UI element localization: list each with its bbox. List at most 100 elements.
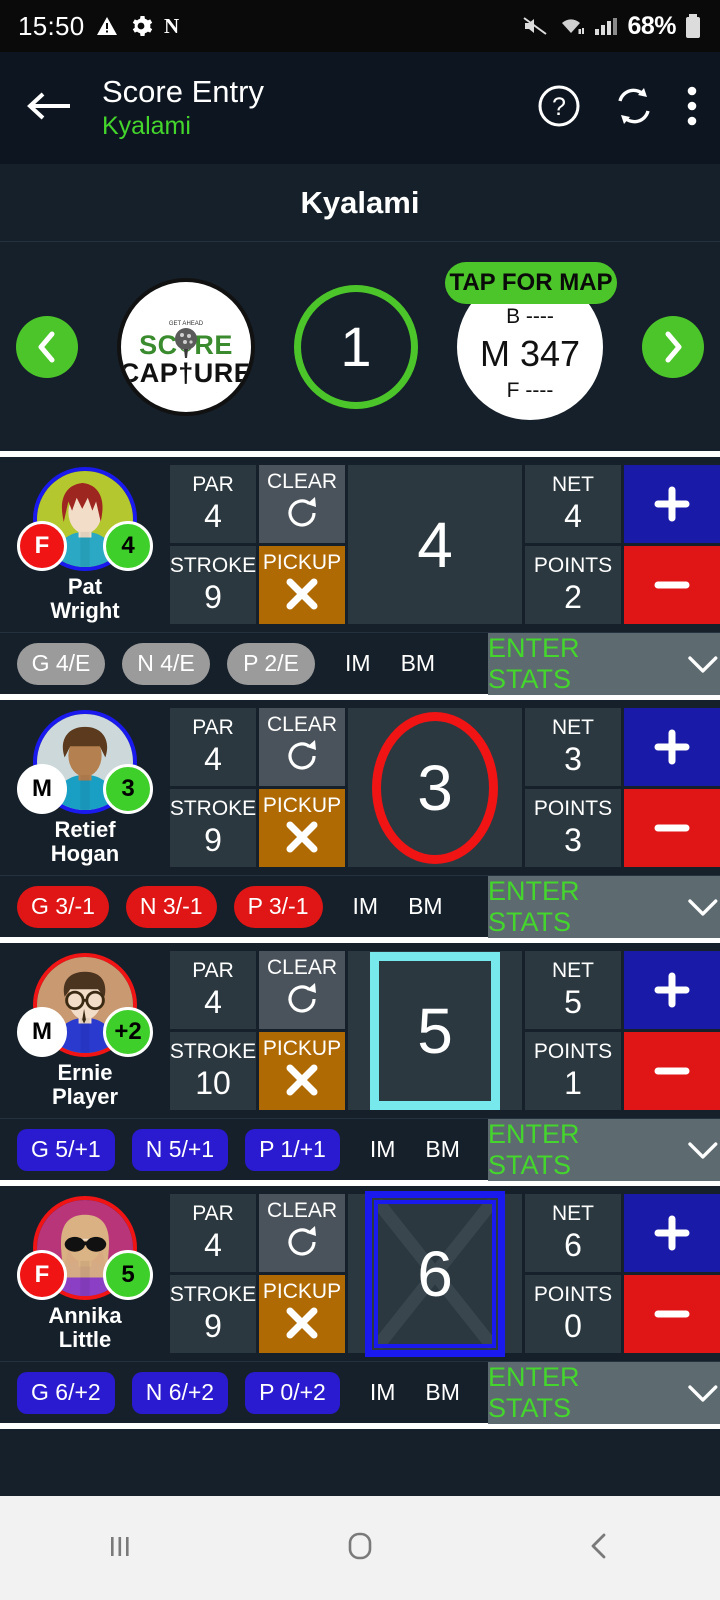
sync-icon[interactable] — [610, 82, 658, 135]
increment-score-button[interactable] — [624, 708, 720, 786]
points-cell: POINTS 2 — [525, 546, 621, 624]
im-button[interactable]: IM — [370, 1136, 396, 1163]
net-value: 5 — [564, 984, 582, 1021]
im-button[interactable]: IM — [370, 1379, 396, 1406]
recents-icon[interactable] — [100, 1526, 140, 1571]
avatar-wrap[interactable]: F 4 — [17, 467, 153, 571]
net-cell: NET 4 — [525, 465, 621, 543]
stat-chip[interactable]: G 6/+2 — [17, 1371, 115, 1414]
par-stroke-column: PAR 4 STROKE 10 — [170, 951, 256, 1110]
status-bar-right: 68% — [521, 12, 702, 41]
net-cell: NET 3 — [525, 708, 621, 786]
player-block: F 5 Annika Little PAR 4 STROKE 9 CLEAR P… — [0, 1186, 720, 1429]
stat-chip[interactable]: P 1/+1 — [245, 1128, 340, 1171]
stat-chip[interactable]: P 0/+2 — [245, 1371, 340, 1414]
player-stats-bar: G 3/-1 N 3/-1 P 3/-1 IM BM ENTER STATS — [0, 875, 720, 938]
bm-button[interactable]: BM — [408, 893, 443, 920]
plus-icon — [654, 729, 690, 765]
svg-text:?: ? — [552, 93, 566, 121]
refresh-icon — [282, 493, 322, 538]
stat-chip[interactable]: N 5/+1 — [131, 1128, 229, 1171]
stroke-label: STROKE — [169, 797, 257, 821]
pickup-button[interactable]: PICKUP — [259, 546, 345, 624]
enter-stats-button[interactable]: ENTER STATS — [488, 1118, 720, 1181]
tap-for-map-button[interactable]: TAP FOR MAP — [445, 261, 617, 304]
score-value: 6 — [417, 1237, 453, 1310]
im-button[interactable]: IM — [353, 893, 379, 920]
decrement-score-button[interactable] — [624, 546, 720, 624]
avatar-wrap[interactable]: M +2 — [17, 953, 153, 1057]
clear-pickup-column: CLEAR PICKUP — [259, 465, 345, 624]
increment-score-button[interactable] — [624, 465, 720, 543]
clear-button[interactable]: CLEAR — [259, 1194, 345, 1272]
stat-chip[interactable]: N 4/E — [122, 642, 210, 685]
score-grid: PAR 4 STROKE 9 CLEAR — [170, 708, 720, 867]
points-label: POINTS — [533, 1283, 613, 1307]
player-identity: M 3 Retief Hogan — [0, 708, 170, 867]
points-label: POINTS — [533, 797, 613, 821]
par-label: PAR — [192, 716, 234, 740]
stat-chip[interactable]: G 5/+1 — [17, 1128, 115, 1171]
pickup-button[interactable]: PICKUP — [259, 1032, 345, 1110]
previous-hole-button[interactable] — [16, 315, 78, 378]
distance-widget[interactable]: B ---- M 347 F ---- TAP FOR MAP — [445, 261, 617, 420]
home-icon[interactable] — [340, 1526, 380, 1571]
score-display[interactable]: 4 — [348, 465, 522, 624]
score-display[interactable]: 5 — [348, 951, 522, 1110]
decrement-score-button[interactable] — [624, 1032, 720, 1110]
net-points-column: NET 5 POINTS 1 — [525, 951, 621, 1110]
app-screen: 15:50 N 68% Score Entry Kyalami ? Kyalam… — [0, 0, 720, 1600]
clear-button[interactable]: CLEAR — [259, 465, 345, 543]
score-display[interactable]: 6 — [348, 1190, 522, 1357]
stat-chip[interactable]: G 3/-1 — [17, 885, 109, 928]
stroke-cell: STROKE 10 — [170, 1032, 256, 1110]
points-value: 0 — [564, 1308, 582, 1345]
back-icon[interactable] — [580, 1526, 620, 1571]
overflow-menu-icon[interactable] — [686, 84, 698, 133]
score-display[interactable]: 3 — [348, 708, 522, 867]
bm-button[interactable]: BM — [425, 1379, 460, 1406]
decrement-score-button[interactable] — [624, 1275, 720, 1353]
clear-button[interactable]: CLEAR — [259, 951, 345, 1029]
player-score-row: M 3 Retief Hogan PAR 4 STROKE 9 CLEAR PI… — [0, 700, 720, 875]
points-value: 2 — [564, 579, 582, 616]
player-first-name: Pat — [67, 573, 103, 599]
back-button[interactable] — [26, 86, 72, 131]
avatar-wrap[interactable]: M 3 — [17, 710, 153, 814]
im-button[interactable]: IM — [345, 650, 371, 677]
player-list: F 4 Pat Wright PAR 4 STROKE 9 CLEAR PICK… — [0, 457, 720, 1496]
par-stroke-column: PAR 4 STROKE 9 — [170, 465, 256, 624]
status-bar-left: 15:50 N — [18, 11, 181, 42]
stat-chip[interactable]: P 2/E — [227, 642, 315, 685]
player-last-name: Hogan — [50, 841, 120, 867]
help-icon[interactable]: ? — [536, 83, 582, 134]
par-stroke-column: PAR 4 STROKE 9 — [170, 1194, 256, 1353]
gear-icon — [129, 14, 153, 38]
next-hole-button[interactable] — [642, 315, 704, 378]
gender-badge: F — [17, 520, 67, 571]
gender-badge: M — [17, 1006, 67, 1057]
pickup-button[interactable]: PICKUP — [259, 789, 345, 867]
plus-icon — [654, 972, 690, 1008]
decrement-score-button[interactable] — [624, 789, 720, 867]
stat-chip[interactable]: N 3/-1 — [125, 885, 217, 928]
net-label: NET — [552, 959, 594, 983]
stroke-label: STROKE — [169, 1040, 257, 1064]
increment-score-button[interactable] — [624, 1194, 720, 1272]
chevron-down-icon — [688, 1141, 718, 1159]
current-hole-indicator[interactable]: 1 — [294, 284, 418, 409]
stat-chip[interactable]: G 4/E — [17, 642, 105, 685]
avatar-wrap[interactable]: F 5 — [17, 1196, 153, 1300]
enter-stats-button[interactable]: ENTER STATS — [488, 632, 720, 695]
bm-button[interactable]: BM — [425, 1136, 460, 1163]
bm-button[interactable]: BM — [401, 650, 436, 677]
increment-score-button[interactable] — [624, 951, 720, 1029]
pickup-button[interactable]: PICKUP — [259, 1275, 345, 1353]
clear-button[interactable]: CLEAR — [259, 708, 345, 786]
stat-chip[interactable]: P 3/-1 — [233, 885, 323, 928]
enter-stats-button[interactable]: ENTER STATS — [488, 1361, 720, 1424]
stat-chip[interactable]: N 6/+2 — [131, 1371, 229, 1414]
pickup-label: PICKUP — [262, 1279, 342, 1303]
enter-stats-button[interactable]: ENTER STATS — [488, 875, 720, 938]
chevron-down-icon — [688, 898, 718, 916]
